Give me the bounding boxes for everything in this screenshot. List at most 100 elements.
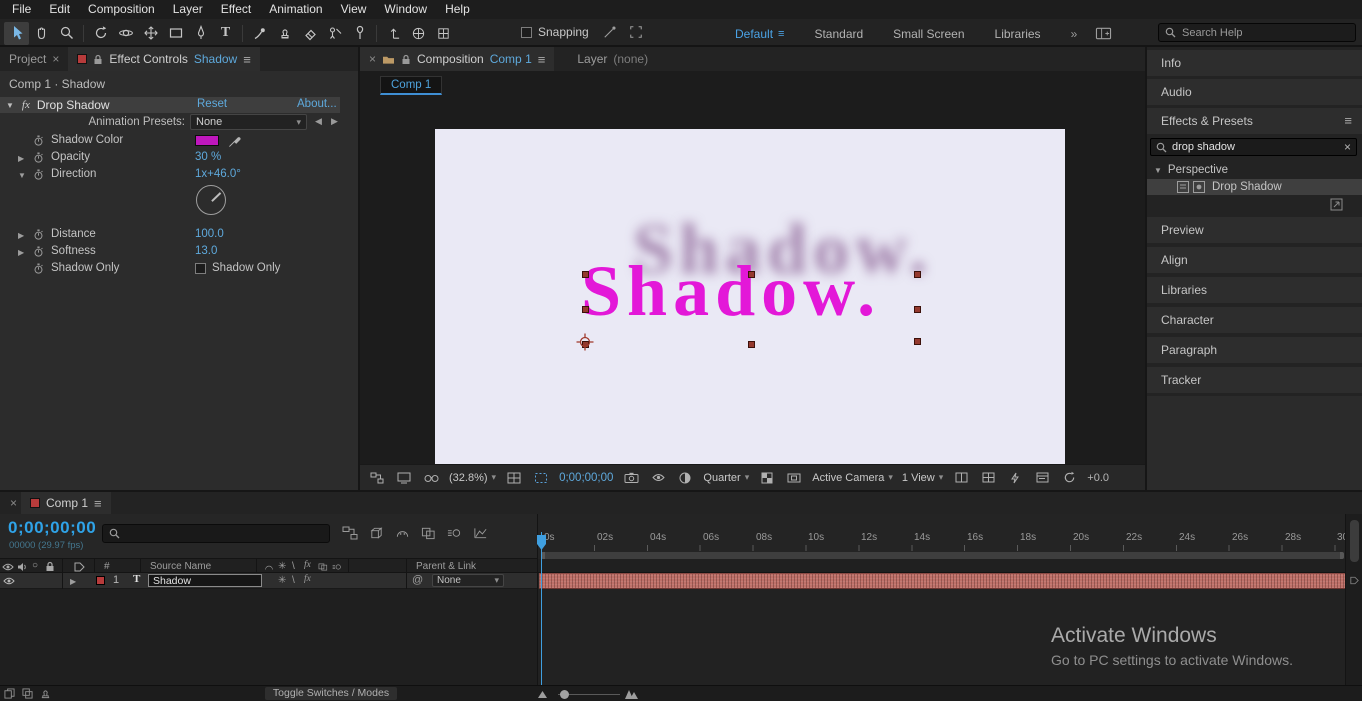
selection-handle[interactable] <box>914 338 921 345</box>
text-layer-shadow[interactable]: Shadow. <box>581 255 881 327</box>
tab-layer[interactable]: Layer (none) <box>568 47 657 71</box>
layer-visibility-eye-icon[interactable] <box>3 577 15 585</box>
workspace-standard[interactable]: Standard <box>814 27 863 41</box>
type-tool-button[interactable]: T <box>213 22 238 45</box>
close-icon[interactable]: × <box>52 52 59 66</box>
stamp-icon[interactable] <box>40 688 51 699</box>
timeline-zoom-slider[interactable] <box>560 690 569 699</box>
motion-blur-icon[interactable] <box>447 526 462 540</box>
copy-icon[interactable] <box>22 688 33 699</box>
layer-name-field[interactable]: Shadow <box>148 574 262 587</box>
pan-behind-tool-button[interactable] <box>138 22 163 45</box>
source-name-column-header[interactable]: Source Name <box>150 561 211 572</box>
toggle-switches-modes-button[interactable]: Toggle Switches / Modes <box>265 687 397 700</box>
frame-blending-icon[interactable] <box>421 526 436 540</box>
scrollbar-handle[interactable] <box>1350 520 1359 562</box>
clone-stamp-tool-button[interactable] <box>272 22 297 45</box>
tab-composition[interactable]: × Composition Comp 1 ≡ <box>360 47 555 71</box>
draft-3d-icon[interactable] <box>369 526 384 540</box>
parent-link-dropdown[interactable]: None ▾ <box>432 574 504 587</box>
collapse-switch-icon[interactable]: ✳ <box>278 561 286 572</box>
roto-brush-tool-button[interactable] <box>322 22 347 45</box>
selection-handle[interactable] <box>582 306 589 313</box>
monitor-icon[interactable] <box>395 469 413 487</box>
panel-header-tracker[interactable]: Tracker <box>1147 367 1362 393</box>
parent-link-column-header[interactable]: Parent & Link <box>416 561 476 572</box>
brush-tool-button[interactable] <box>247 22 272 45</box>
distance-value[interactable]: 100.0 <box>195 228 224 240</box>
video-column-eye-icon[interactable] <box>2 563 14 571</box>
panel-menu-icon[interactable]: ≡ <box>94 496 102 511</box>
twirl-open-icon[interactable]: ▼ <box>18 171 26 180</box>
rotation-tool-button[interactable] <box>88 22 113 45</box>
panel-menu-icon[interactable]: ≡ <box>538 52 546 67</box>
timeline-vertical-scrollbar[interactable] <box>1345 514 1362 685</box>
effect-header-drop-shadow[interactable]: ▼ fx Drop Shadow <box>0 97 340 113</box>
tab-effect-controls[interactable]: Effect Controls Shadow ≡ <box>68 47 260 71</box>
opacity-value[interactable]: 30 % <box>195 151 221 163</box>
menu-help[interactable]: Help <box>436 0 479 19</box>
selection-handle[interactable] <box>914 271 921 278</box>
snap-to-features-icon[interactable] <box>629 25 643 39</box>
shape-tool-button[interactable] <box>163 22 188 45</box>
panel-header-effects-presets[interactable]: Effects & Presets ≡ <box>1147 108 1362 134</box>
preset-previous-button[interactable]: ◀ <box>315 116 322 127</box>
pen-tool-button[interactable] <box>188 22 213 45</box>
anchor-point-crosshair[interactable] <box>576 333 594 351</box>
workspace-default[interactable]: Default ≡ <box>735 27 784 41</box>
snapping-checkbox[interactable] <box>521 26 532 38</box>
parent-pick-whip-icon[interactable]: @ <box>412 574 423 586</box>
panel-header-audio[interactable]: Audio <box>1147 79 1362 105</box>
close-icon[interactable]: × <box>10 496 17 510</box>
glasses-icon[interactable] <box>422 469 440 487</box>
shadow-only-checkbox[interactable] <box>195 263 206 274</box>
view-axis-mode-button[interactable] <box>431 22 456 45</box>
frame-blend-switch-icon[interactable] <box>318 562 328 572</box>
panel-header-character[interactable]: Character <box>1147 307 1362 333</box>
fx-switch-icon[interactable]: fx <box>304 560 311 570</box>
effects-presets-search-input[interactable] <box>1172 141 1339 153</box>
graph-editor-icon[interactable] <box>473 526 488 540</box>
snapshot-camera-icon[interactable] <box>622 469 640 487</box>
motion-blur-switch-icon[interactable] <box>332 562 342 572</box>
world-axis-mode-button[interactable] <box>406 22 431 45</box>
preview-timecode[interactable]: 0;00;00;00 <box>559 472 613 484</box>
selection-handle[interactable] <box>748 341 755 348</box>
eyedropper-icon[interactable] <box>228 135 241 148</box>
shy-switch-icon[interactable] <box>264 562 274 572</box>
comp-marker-bin-icon[interactable] <box>1350 576 1359 585</box>
current-timecode[interactable]: 0;00;00;00 <box>8 518 96 538</box>
menu-file[interactable]: File <box>3 0 40 19</box>
menu-composition[interactable]: Composition <box>79 0 164 19</box>
menu-edit[interactable]: Edit <box>40 0 79 19</box>
close-icon[interactable]: × <box>369 52 376 66</box>
panel-header-info[interactable]: Info <box>1147 50 1362 76</box>
help-search-input[interactable] <box>1182 26 1349 39</box>
twirl-open-icon[interactable]: ▼ <box>6 101 14 110</box>
timeline-button-icon[interactable] <box>1033 469 1051 487</box>
reset-exposure-icon[interactable] <box>1060 469 1078 487</box>
panel-header-libraries[interactable]: Libraries <box>1147 277 1362 303</box>
layer-quality-switch[interactable]: \ <box>292 575 295 586</box>
label-column-icon[interactable] <box>74 562 85 572</box>
zoom-out-mountain-icon[interactable] <box>537 690 548 699</box>
safe-margins-icon[interactable] <box>505 469 523 487</box>
workspace-overflow-button[interactable]: » <box>1071 27 1078 41</box>
tab-timeline-comp1[interactable]: Comp 1 ≡ <box>21 492 111 514</box>
camera-select[interactable]: Active Camera ▾ <box>812 472 893 484</box>
direction-value[interactable]: 1x+46.0° <box>195 168 241 180</box>
show-snapshot-eye-icon[interactable] <box>649 469 667 487</box>
tab-project[interactable]: Project × <box>0 47 68 71</box>
menu-window[interactable]: Window <box>375 0 436 19</box>
playhead-line[interactable] <box>541 532 542 685</box>
work-area-bar[interactable] <box>541 552 1344 559</box>
camera-tool-button[interactable] <box>113 22 138 45</box>
twirl-closed-icon[interactable]: ▶ <box>18 154 24 163</box>
stopwatch-icon[interactable] <box>33 246 44 258</box>
direction-dial[interactable] <box>196 185 226 215</box>
hand-tool-button[interactable] <box>29 22 54 45</box>
timeline-time-ruler[interactable]: 0s 02s 04s 06s 08s 10s 12s 14s 16s 18s 2… <box>538 514 1353 552</box>
preset-next-button[interactable]: ▶ <box>331 116 338 127</box>
layer-row-shadow[interactable]: ▶ 1 T Shadow ✳ \ fx @ None ▾ <box>0 573 537 589</box>
lock-column-icon[interactable] <box>45 561 55 572</box>
